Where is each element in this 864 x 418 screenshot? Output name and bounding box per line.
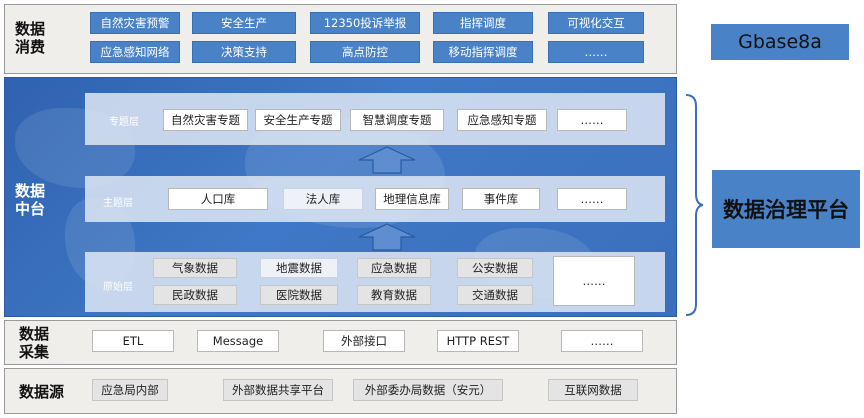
data-consumption-label: 数据 消费 — [15, 20, 46, 56]
raw-item: 应急数据 — [357, 258, 431, 278]
raw-layer-label: 原始层 — [103, 282, 133, 293]
subject-item: 事件库 — [462, 188, 540, 210]
consume-item: 高点防控 — [310, 41, 420, 63]
source-item: 外部数据共享平台 — [223, 379, 333, 401]
raw-item: 公安数据 — [457, 258, 533, 278]
topic-layer-label: 专题层 — [109, 117, 139, 128]
data-source-band: 数据源 应急局内部 外部数据共享平台 外部委办局数据（安元） 互联网数据 — [4, 368, 677, 414]
source-item: 互联网数据 — [548, 379, 638, 401]
data-source-label: 数据源 — [19, 383, 65, 401]
data-collection-band: 数据 采集 ETL Message 外部接口 HTTP REST …… — [4, 320, 677, 365]
topic-item: …… — [557, 109, 627, 131]
data-governance-platform-box: 数据治理平台 — [712, 170, 860, 248]
consume-item: 移动指挥调度 — [433, 41, 533, 63]
data-collection-label: 数据 采集 — [19, 325, 50, 361]
consume-item: 自然灾害预警 — [90, 12, 180, 34]
collect-item: ETL — [92, 330, 174, 352]
raw-item: 民政数据 — [153, 285, 237, 305]
raw-item: 地震数据 — [260, 258, 338, 278]
consume-item: 应急感知网络 — [90, 41, 180, 63]
subject-item: 人口库 — [168, 188, 268, 210]
subject-item: 地理信息库 — [375, 188, 449, 210]
raw-item: 气象数据 — [153, 258, 237, 278]
collect-item: HTTP REST — [437, 330, 519, 352]
topic-item: 自然灾害专题 — [163, 109, 248, 131]
consume-item: …… — [548, 41, 644, 63]
collect-item: Message — [197, 330, 279, 352]
data-hub-label: 数据 中台 — [15, 182, 46, 218]
collect-item: 外部接口 — [323, 330, 405, 352]
raw-item: 教育数据 — [357, 285, 431, 305]
subject-item: 法人库 — [283, 188, 363, 210]
topic-item: 智慧调度专题 — [350, 109, 444, 131]
topic-item: 应急感知专题 — [457, 109, 547, 131]
topic-item: 安全生产专题 — [255, 109, 341, 131]
consume-item: 安全生产 — [192, 12, 296, 34]
up-arrow-icon — [358, 223, 416, 251]
data-hub-band: 数据 中台 专题层 自然灾害专题 安全生产专题 智慧调度专题 应急感知专题 ……… — [4, 77, 677, 317]
data-consumption-band: 数据 消费 自然灾害预警 安全生产 12350投诉举报 指挥调度 可视化交互 应… — [4, 4, 677, 74]
subject-item: …… — [557, 188, 627, 210]
raw-item: 交通数据 — [457, 285, 533, 305]
gbase8a-box: Gbase8a — [711, 24, 849, 60]
consume-item: 指挥调度 — [433, 12, 533, 34]
raw-item: 医院数据 — [260, 285, 338, 305]
up-arrow-icon — [358, 146, 416, 174]
source-item: 外部委办局数据（安元） — [353, 379, 503, 401]
consume-item: 可视化交互 — [548, 12, 644, 34]
consume-item: 12350投诉举报 — [310, 12, 420, 34]
consume-item: 决策支持 — [192, 41, 296, 63]
source-item: 应急局内部 — [92, 379, 168, 401]
collect-item: …… — [561, 330, 643, 352]
subject-layer-label: 主题层 — [103, 198, 133, 209]
right-brace-icon — [685, 94, 704, 316]
raw-item-more: …… — [553, 256, 635, 306]
